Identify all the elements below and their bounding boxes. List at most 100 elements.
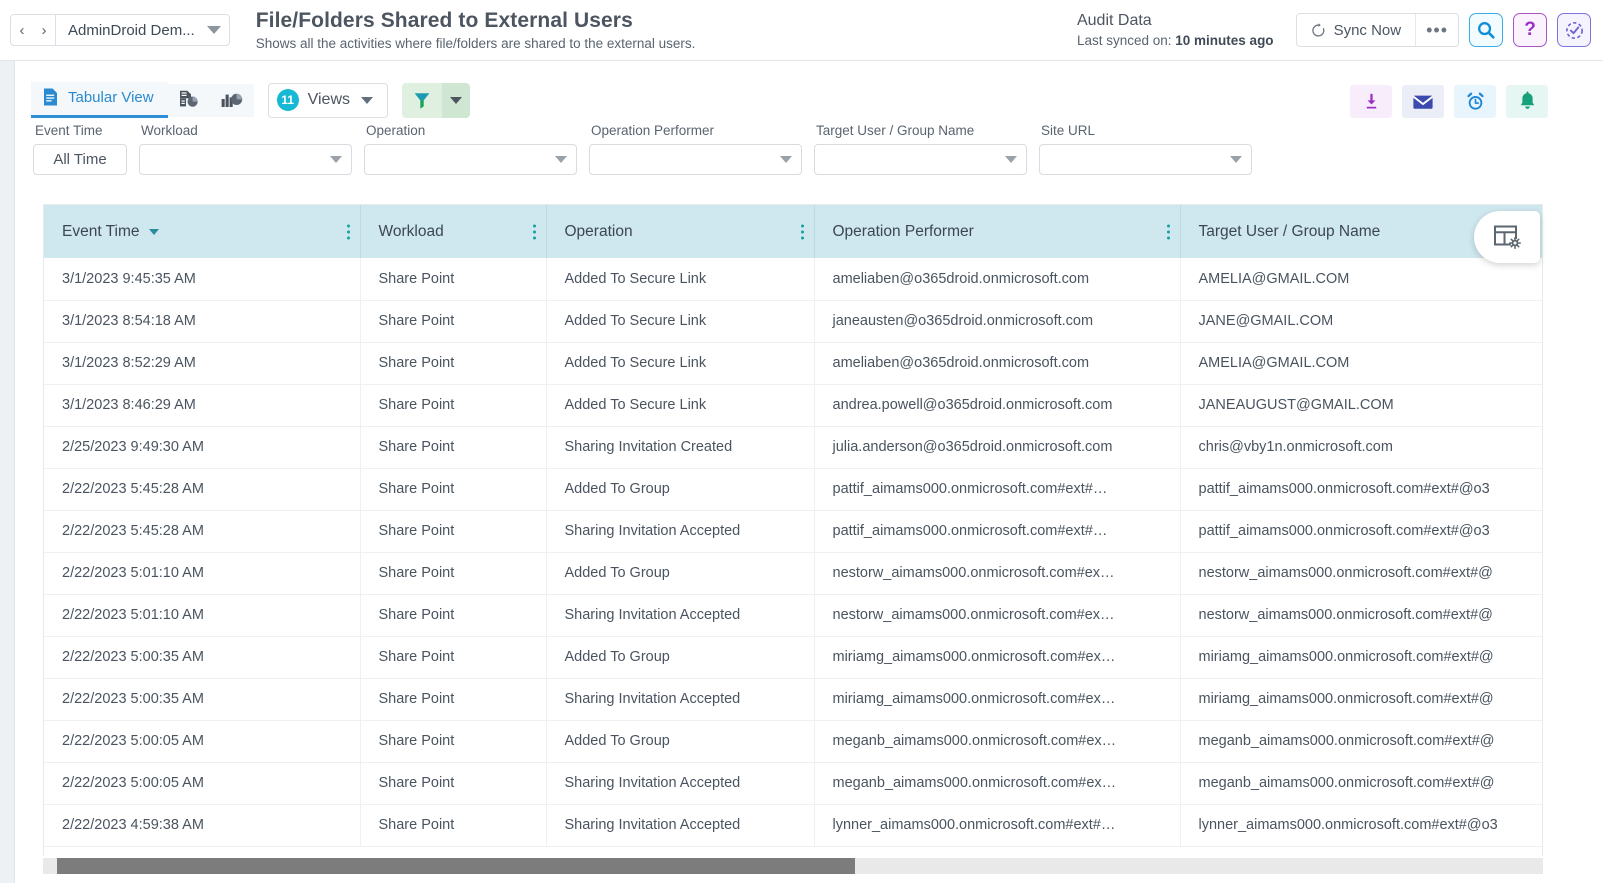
table-row[interactable]: 2/25/2023 9:49:30 AM Share Point Sharing I… [44, 426, 1542, 469]
table-row[interactable]: 3/1/2023 9:45:35 AM Share Point Added To S… [44, 258, 1542, 301]
column-menu-workload[interactable] [532, 224, 536, 239]
table-row[interactable]: 3/1/2023 8:46:29 AM Share Point Added To S… [44, 384, 1542, 427]
filter-event-time-value[interactable]: All Time [33, 144, 127, 175]
filter-dropdown-button[interactable] [442, 82, 470, 118]
cell-operation: Added To Secure Link [546, 258, 815, 301]
cell-operation-performer: janeausten@o365droid.onmicrosoft.com [814, 300, 1181, 343]
page-title: File/Folders Shared to External Users [255, 8, 633, 32]
cell-event-time: 2/22/2023 5:45:28 AM [44, 468, 361, 511]
chevron-down-icon [1005, 156, 1017, 163]
views-label: Views [307, 91, 350, 108]
column-menu-operation-performer[interactable] [1166, 224, 1170, 239]
filter-operation-label: Operation [366, 123, 426, 138]
column-menu-operation[interactable] [800, 224, 804, 239]
tab-report-view[interactable] [167, 83, 210, 117]
download-button[interactable] [1350, 85, 1392, 118]
tab-tabular-view-label: Tabular View [68, 88, 154, 106]
bell-icon [1520, 91, 1534, 109]
tab-chart-view[interactable] [209, 83, 254, 117]
search-button[interactable] [1469, 13, 1503, 47]
cell-operation-performer: meganb_aimams000.onmicrosoft.com#ex… [814, 720, 1181, 763]
table-body: 3/1/2023 9:45:35 AM Share Point Added To S… [44, 258, 1542, 847]
tenant-name-label: AdminDroid Dem... [68, 21, 195, 39]
cell-workload: Share Point [360, 594, 547, 637]
cell-target-user: JANE@GMAIL.COM [1180, 300, 1542, 343]
header-right-group: Audit Data Last synced on: 10 minutes ag… [1077, 11, 1603, 50]
nav-back-button[interactable]: ‹ [11, 15, 33, 45]
chevron-down-icon [450, 96, 462, 104]
filter-target-user-label: Target User / Group Name [816, 123, 975, 138]
cell-workload: Share Point [360, 342, 547, 385]
cell-operation-performer: miriamg_aimams000.onmicrosoft.com#ex… [814, 678, 1181, 721]
cell-target-user: miriamg_aimams000.onmicrosoft.com#ext#@ [1180, 636, 1542, 679]
cell-event-time: 3/1/2023 8:54:18 AM [44, 300, 361, 343]
filter-workload: Workload [139, 123, 352, 175]
sync-more-button[interactable]: ••• [1416, 14, 1458, 46]
cell-operation-performer: ameliaben@o365droid.onmicrosoft.com [814, 258, 1181, 301]
filter-button[interactable] [402, 82, 442, 118]
table-row[interactable]: 3/1/2023 8:54:18 AM Share Point Added To S… [44, 300, 1542, 343]
tab-tabular-view[interactable]: Tabular View [31, 82, 168, 118]
cell-event-time: 2/22/2023 4:59:38 AM [44, 804, 361, 847]
cell-workload: Share Point [360, 804, 547, 847]
horizontal-scrollbar-track[interactable] [43, 858, 1543, 874]
table-row[interactable]: 2/22/2023 5:01:10 AM Share Point Sharing I… [44, 594, 1542, 637]
table-row[interactable]: 2/22/2023 4:59:38 AM Share Point Sharing I… [44, 804, 1542, 847]
table-row[interactable]: 2/22/2023 5:00:35 AM Share Point Sharing I… [44, 678, 1542, 721]
column-menu-event-time[interactable] [346, 224, 350, 239]
column-header-operation-performer[interactable]: Operation Performer [814, 205, 1181, 258]
filter-event-time-label: Event Time [35, 123, 103, 138]
cell-operation: Sharing Invitation Accepted [546, 594, 815, 637]
table-settings-button[interactable] [1474, 211, 1540, 263]
table-row[interactable]: 2/22/2023 5:00:35 AM Share Point Added To … [44, 636, 1542, 679]
column-header-operation[interactable]: Operation [546, 205, 815, 258]
nav-forward-button[interactable]: › [33, 15, 55, 45]
page-subtitle: Shows all the activities where file/fold… [255, 35, 696, 51]
cell-target-user: nestorw_aimams000.onmicrosoft.com#ext#@ [1180, 594, 1542, 637]
cell-workload: Share Point [360, 384, 547, 427]
filter-target-user-select[interactable] [814, 144, 1027, 175]
tenant-selector[interactable]: AdminDroid Dem... [56, 15, 229, 45]
question-mark-icon: ? [1524, 19, 1536, 40]
column-header-event-time[interactable]: Event Time [44, 205, 361, 258]
cell-target-user: lynner_aimams000.onmicrosoft.com#ext#@o3 [1180, 804, 1542, 847]
filter-operation-select[interactable] [364, 144, 577, 175]
table-row[interactable]: 3/1/2023 8:52:29 AM Share Point Added To S… [44, 342, 1542, 385]
cell-operation-performer: nestorw_aimams000.onmicrosoft.com#ex… [814, 594, 1181, 637]
column-header-workload[interactable]: Workload [360, 205, 547, 258]
schedule-button[interactable] [1454, 85, 1496, 118]
sync-now-button[interactable]: Sync Now [1297, 14, 1416, 46]
horizontal-scrollbar-thumb[interactable] [57, 858, 855, 874]
table-row[interactable]: 2/22/2023 5:45:28 AM Share Point Sharing I… [44, 510, 1542, 553]
cell-operation-performer: nestorw_aimams000.onmicrosoft.com#ex… [814, 552, 1181, 595]
filter-site-url-select[interactable] [1039, 144, 1252, 175]
check-circle-icon [1565, 21, 1583, 39]
views-button[interactable]: 11 Views [267, 82, 388, 118]
cell-target-user: pattif_aimams000.onmicrosoft.com#ext#@o3 [1180, 468, 1542, 511]
chevron-down-icon [361, 96, 373, 104]
cell-operation: Added To Secure Link [546, 300, 815, 343]
sync-group: Sync Now ••• [1295, 13, 1459, 47]
audit-data-block: Audit Data Last synced on: 10 minutes ag… [1077, 11, 1274, 50]
filter-workload-select[interactable] [139, 144, 352, 175]
cell-workload: Share Point [360, 426, 547, 469]
chevron-down-icon [330, 156, 342, 163]
views-count-badge: 11 [276, 89, 299, 111]
table-row[interactable]: 2/22/2023 5:45:28 AM Share Point Added To … [44, 468, 1542, 511]
table-row[interactable]: 2/22/2023 5:00:05 AM Share Point Added To … [44, 720, 1542, 763]
filter-fields: Event Time All Time Workload Operation O… [33, 123, 1264, 175]
alert-button[interactable] [1506, 85, 1548, 118]
cell-operation: Added To Group [546, 552, 815, 595]
chevron-down-icon [1230, 156, 1242, 163]
task-status-button[interactable] [1557, 13, 1591, 47]
help-button[interactable]: ? [1513, 13, 1547, 47]
filter-workload-label: Workload [141, 123, 198, 138]
search-icon [1478, 22, 1495, 39]
table-head: Event Time Workload Operation Operation … [44, 205, 1542, 258]
audit-table-container[interactable]: Event Time Workload Operation Operation … [43, 204, 1543, 856]
last-synced-prefix: Last synced on: [1076, 32, 1176, 48]
filter-operation-performer-select[interactable] [589, 144, 802, 175]
table-row[interactable]: 2/22/2023 5:00:05 AM Share Point Sharing I… [44, 762, 1542, 805]
table-row[interactable]: 2/22/2023 5:01:10 AM Share Point Added To … [44, 552, 1542, 595]
email-button[interactable] [1402, 85, 1444, 118]
